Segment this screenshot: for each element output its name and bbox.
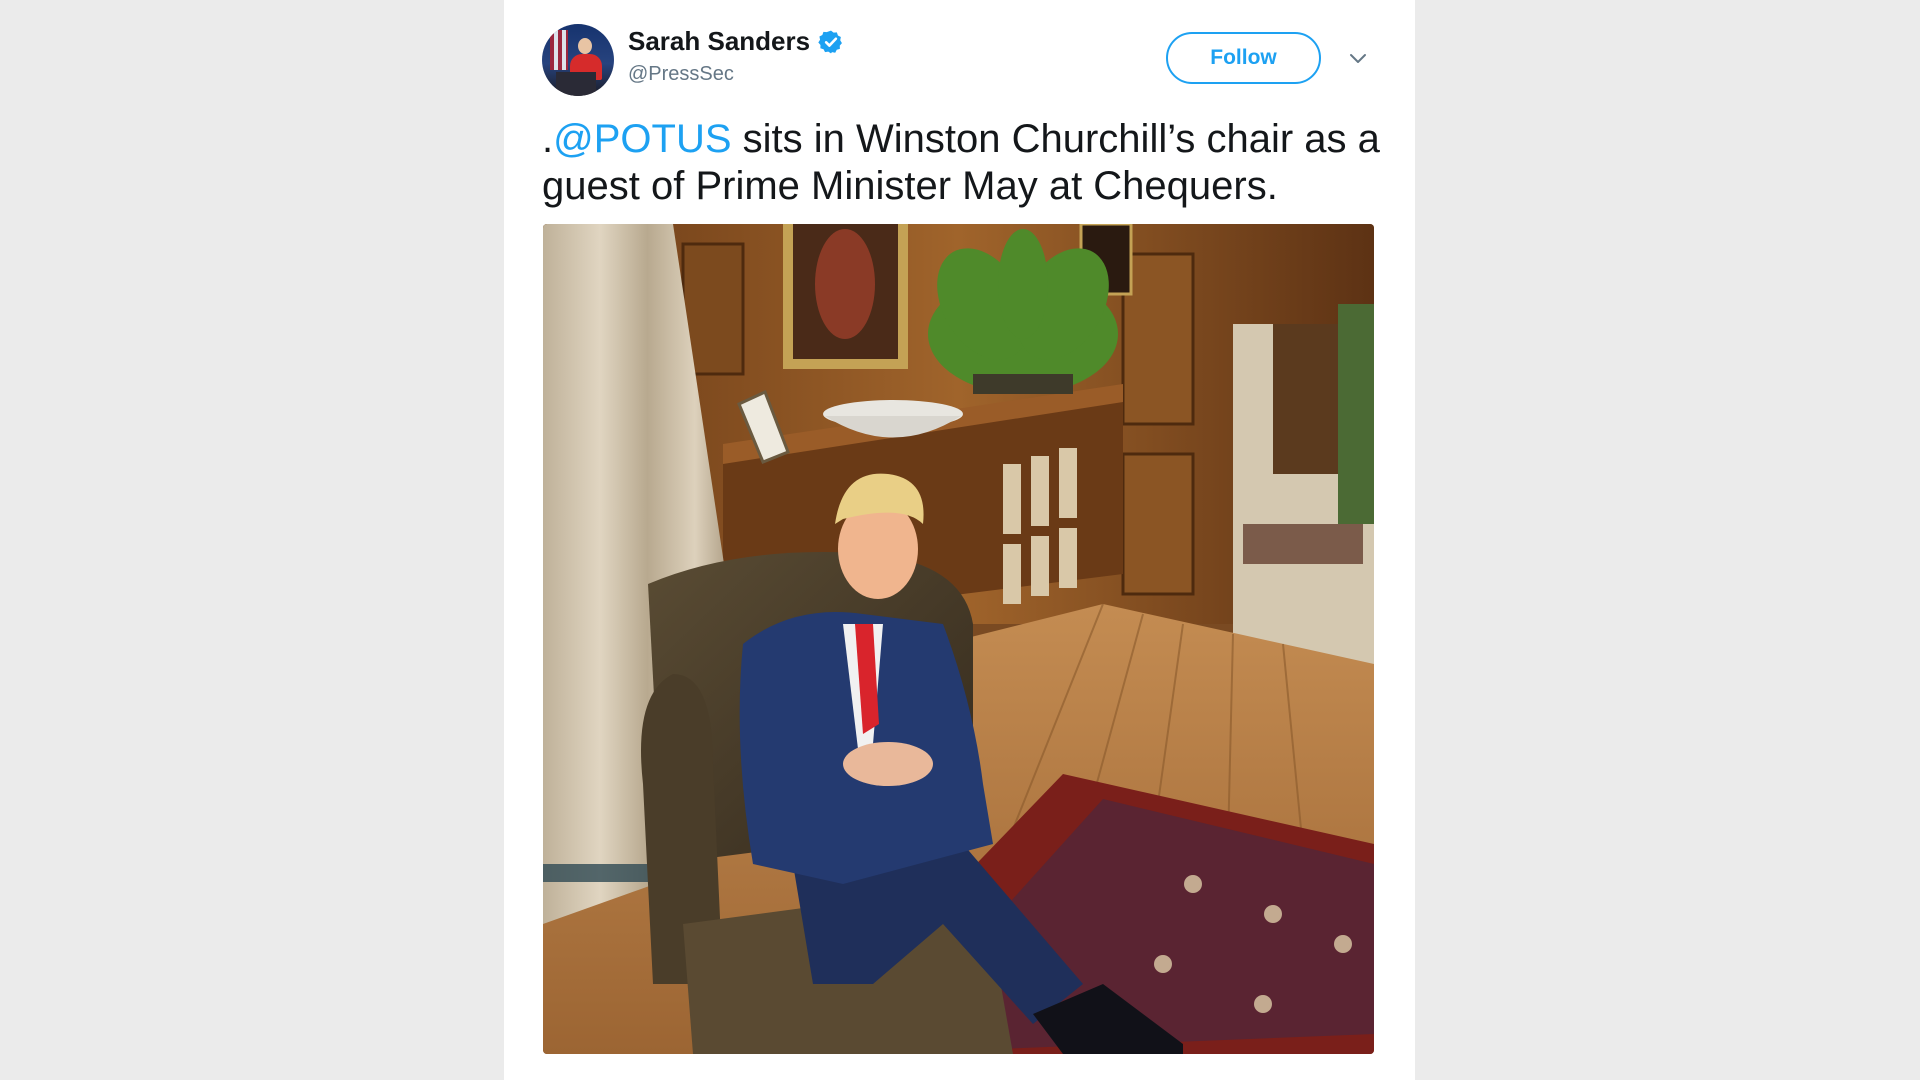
chevron-down-icon[interactable] [1346,46,1370,70]
author-display-name[interactable]: Sarah Sanders [628,26,810,57]
author-name-row: Sarah Sanders [628,26,844,57]
author-avatar[interactable] [542,24,614,96]
verified-badge-icon [818,30,843,53]
tweet-text: .@POTUS sits in Winston Churchill’s chai… [542,116,1382,210]
tweet-card: Sarah Sanders @PressSec Follow .@POTUS s… [504,0,1415,1080]
tweet-photo[interactable] [543,224,1374,1054]
mention-link[interactable]: @POTUS [553,117,731,161]
tweet-text-prefix: . [542,117,554,161]
photo-icon [543,224,1374,1054]
follow-button[interactable]: Follow [1166,32,1321,84]
flag-icon [550,30,568,70]
author-handle[interactable]: @PressSec [628,63,734,86]
